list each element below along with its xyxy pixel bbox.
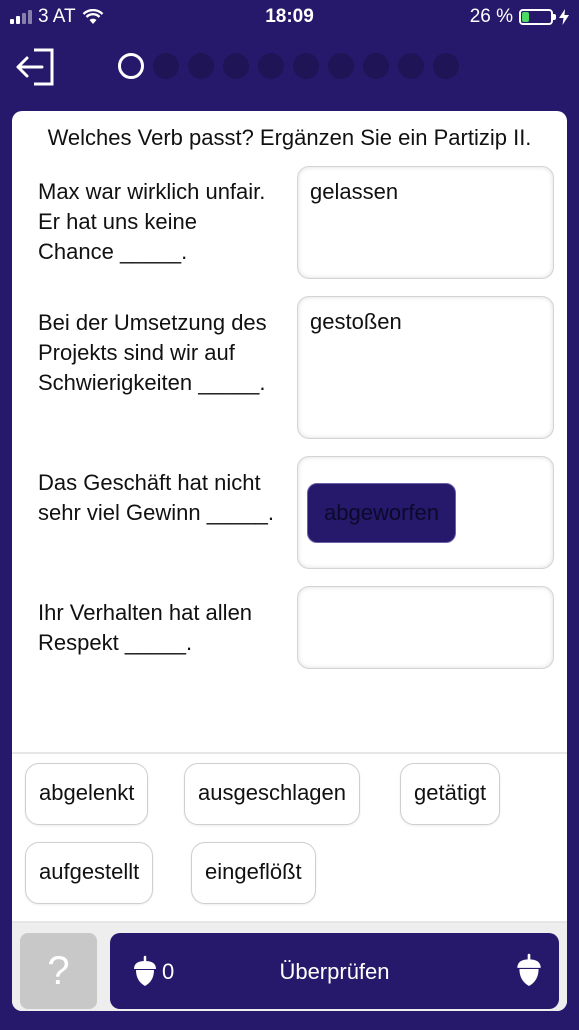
progress-dot-current [118,53,144,79]
word-chip[interactable]: aufgestellt [25,842,154,904]
check-button[interactable]: 0 Überprüfen [110,933,559,1009]
word-chip[interactable]: getätigt [400,763,501,825]
question-text: Das Geschäft hat nicht sehr viel Gewinn … [38,470,275,525]
exercise-card: Welches Verb passt? Ergänzen Sie ein Par… [12,111,567,1011]
word-chip[interactable]: abgelenkt [25,763,149,825]
exit-button[interactable] [14,46,58,88]
progress-dot [433,53,459,79]
divider [12,752,567,754]
status-bar: 3 AT 18:09 26 % [0,0,579,34]
answer-slot[interactable] [297,586,554,669]
word-chip[interactable]: ausgeschlagen [184,763,361,825]
word-bank: abgelenkt ausgeschlagen getätigt aufgest… [12,755,567,923]
progress-dot [258,53,284,79]
question-text: Bei der Umsetzung des Projekts sind wir … [38,310,267,395]
check-label: Überprüfen [279,959,390,984]
progress-dot [363,53,389,79]
placed-word-chip[interactable]: abgeworfen [307,483,456,543]
answer-slot[interactable]: abgeworfen [297,456,554,569]
answer-text: gestoßen [310,309,402,334]
progress-dot [398,53,424,79]
instruction: Welches Verb passt? Ergänzen Sie ein Par… [47,125,532,150]
acorn-icon [517,953,541,986]
progress-dot [328,53,354,79]
progress-dot [223,53,249,79]
question-text: Max war wirklich unfair. Er hat uns kein… [38,179,266,264]
action-bar: ? 0 Überprüfen [12,923,567,1011]
exit-icon [16,48,54,86]
progress-indicator [118,53,459,79]
progress-dot [153,53,179,79]
status-right: 26 % [470,6,569,28]
help-button[interactable]: ? [20,933,97,1009]
question-text: Ihr Verhalten hat allen Respekt _____. [38,600,253,655]
charging-bolt-icon [559,9,569,25]
answer-slot[interactable]: gelassen [297,166,554,279]
battery-fill [522,12,529,22]
answer-slot[interactable]: gestoßen [297,296,554,439]
progress-dot [293,53,319,79]
progress-dot [188,53,214,79]
battery-icon [519,9,556,25]
word-chip[interactable]: eingeflößt [191,842,316,904]
answer-text: gelassen [310,179,399,204]
battery-percent: 26 % [469,6,513,27]
